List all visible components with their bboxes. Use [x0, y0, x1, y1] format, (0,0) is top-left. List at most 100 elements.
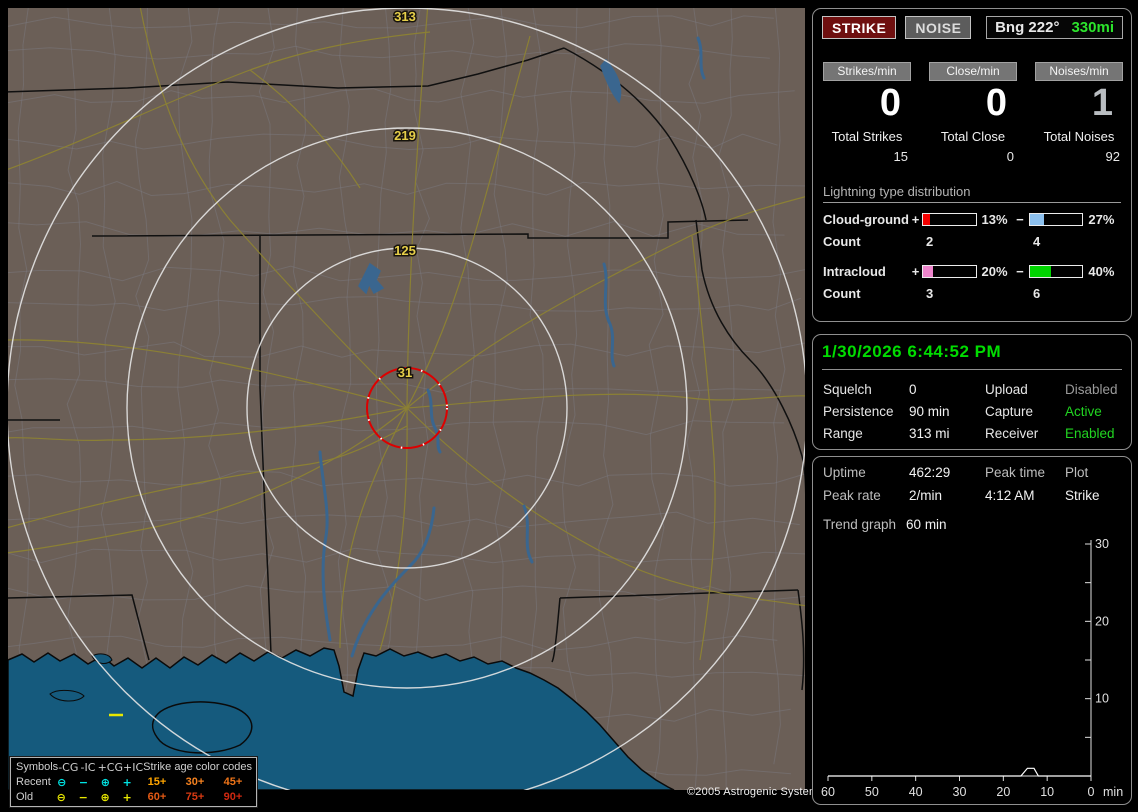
map-canvas: 313 219 125 31 [8, 8, 805, 790]
ic-minus-bar [1028, 265, 1084, 278]
total-noises-label: Total Noises [1043, 129, 1115, 144]
svg-text:20: 20 [1095, 614, 1109, 628]
distance-value: 330mi [1071, 19, 1114, 36]
upload-label: Upload [985, 382, 1028, 397]
total-strikes-value: 15 [893, 149, 908, 164]
plus-sign: + [911, 264, 920, 279]
svg-text:20: 20 [996, 785, 1010, 799]
uptime-label: Uptime [823, 465, 866, 480]
bearing-readout: Bng 222° 330mi [986, 16, 1123, 39]
ic-minus-percent: 40% [1088, 264, 1115, 279]
receiver-label: Receiver [985, 426, 1039, 441]
plus-sign: + [911, 212, 920, 227]
svg-text:31: 31 [398, 365, 412, 380]
strike-button[interactable]: STRIKE [822, 16, 897, 39]
cloud-ground-count-row: Count 2 4 [823, 234, 1121, 249]
ic-plus-bar [921, 265, 977, 278]
peak-time-value: 4:12 AM [985, 488, 1035, 503]
legend-old-label: Old [16, 791, 34, 803]
strike-counter-panel: STRIKE NOISE Bng 222° 330mi Strikes/min … [812, 8, 1132, 322]
legend-recent-label: Recent [16, 776, 51, 788]
squelch-value: 0 [909, 382, 917, 397]
svg-text:30: 30 [953, 785, 967, 799]
lightning-map[interactable]: 313 219 125 31 [8, 8, 805, 790]
map-legend: Symbols -CG -IC +CG +IC Strike age color… [9, 756, 258, 808]
capture-label: Capture [985, 404, 1034, 419]
strikes-column: Strikes/min 0 Total Strikes 15 [823, 62, 911, 164]
recent-neg-ic-icon: − [78, 776, 89, 789]
stats-grid: Uptime 462:29 Peak time Plot Peak rate 2… [823, 465, 1121, 503]
noises-column: Noises/min 1 Total Noises 92 [1035, 62, 1123, 164]
intracloud-label: Intracloud [823, 264, 886, 279]
legend-symbols-header: Symbols [16, 761, 59, 773]
age-90: 90+ [223, 791, 243, 803]
minus-sign: − [1016, 212, 1024, 227]
old-neg-cg-icon: ⊖ [56, 791, 66, 804]
cg-plus-percent: 13% [981, 212, 1008, 227]
svg-text:40: 40 [909, 785, 923, 799]
legend-age-header: Strike age color codes [143, 761, 252, 773]
cg-plus-bar [921, 213, 977, 226]
legend-neg-cg-header: -CG [58, 761, 79, 774]
count-label: Count [823, 234, 861, 249]
noise-button[interactable]: NOISE [905, 16, 972, 39]
peak-rate-value: 2/min [909, 488, 943, 503]
peak-time-label: Peak time [985, 465, 1046, 480]
age-15: 15+ [147, 776, 167, 788]
trend-graph-label: Trend graph [823, 517, 897, 532]
recent-neg-cg-icon: ⊖ [57, 776, 67, 789]
age-60: 60+ [147, 791, 167, 803]
mode-button-row: STRIKE NOISE Bng 222° 330mi [813, 9, 1131, 39]
total-strikes-label: Total Strikes [831, 129, 903, 144]
copyright-text: ©2005 Astrogenic Systems [687, 786, 825, 798]
old-pos-cg-icon: ⊕ [100, 791, 110, 804]
range-label: Range [823, 426, 863, 441]
cg-minus-bar [1028, 213, 1084, 226]
ic-plus-percent: 20% [981, 264, 1008, 279]
intracloud-count-row: Count 3 6 [823, 286, 1121, 301]
svg-text:219: 219 [394, 128, 416, 143]
svg-text:30: 30 [1095, 537, 1109, 551]
legend-neg-ic-header: -IC [80, 761, 96, 774]
intracloud-row: Intracloud + 20% − 40% [823, 264, 1121, 279]
recent-pos-cg-icon: ⊕ [100, 776, 110, 789]
legend-pos-cg-header: +CG [97, 761, 123, 774]
status-panel: 1/30/2026 6:44:52 PM Squelch 0 Upload Di… [812, 334, 1132, 450]
noises-per-min-value: 1 [1091, 82, 1113, 124]
upload-value: Disabled [1065, 382, 1118, 397]
svg-text:125: 125 [394, 243, 416, 258]
svg-text:60: 60 [821, 785, 835, 799]
range-value: 313 mi [909, 426, 950, 441]
age-30: 30+ [185, 776, 205, 788]
trend-graph-row: Trend graph 60 min [823, 517, 1121, 532]
persistence-value: 90 min [909, 404, 950, 419]
old-neg-ic-icon: − [78, 791, 88, 804]
svg-text:min: min [1103, 785, 1123, 799]
svg-text:10: 10 [1040, 785, 1054, 799]
close-per-min-value: 0 [985, 82, 1007, 124]
ic-plus-count: 3 [926, 286, 934, 301]
total-close-label: Total Close [940, 129, 1006, 144]
plot-label: Plot [1065, 465, 1089, 480]
trend-graph-window: 60 min [906, 517, 947, 532]
capture-value: Active [1065, 404, 1102, 419]
svg-text:10: 10 [1095, 692, 1109, 706]
svg-text:0: 0 [1088, 785, 1095, 799]
ic-minus-count: 6 [1033, 286, 1041, 301]
legend-pos-ic-header: +IC [123, 761, 144, 774]
cloud-ground-row: Cloud-ground + 13% − 27% [823, 212, 1121, 227]
distribution-title: Lightning type distribution [823, 184, 1121, 203]
total-noises-value: 92 [1105, 149, 1120, 164]
squelch-label: Squelch [823, 382, 872, 397]
svg-text:313: 313 [394, 9, 416, 24]
datetime-display: 1/30/2026 6:44:52 PM [822, 342, 1122, 370]
old-pos-ic-icon: + [122, 791, 132, 804]
total-close-value: 0 [1006, 149, 1014, 164]
trend-graph: 60 50 40 30 20 10 0 min 10 20 30 [821, 537, 1123, 799]
strikes-per-min-value: 0 [879, 82, 901, 124]
age-45: 45+ [223, 776, 243, 788]
age-75: 75+ [185, 791, 205, 803]
cg-minus-count: 4 [1033, 234, 1041, 249]
status-grid: Squelch 0 Upload Disabled Persistence 90… [823, 382, 1121, 441]
strikes-per-min-chip: Strikes/min [823, 62, 911, 81]
